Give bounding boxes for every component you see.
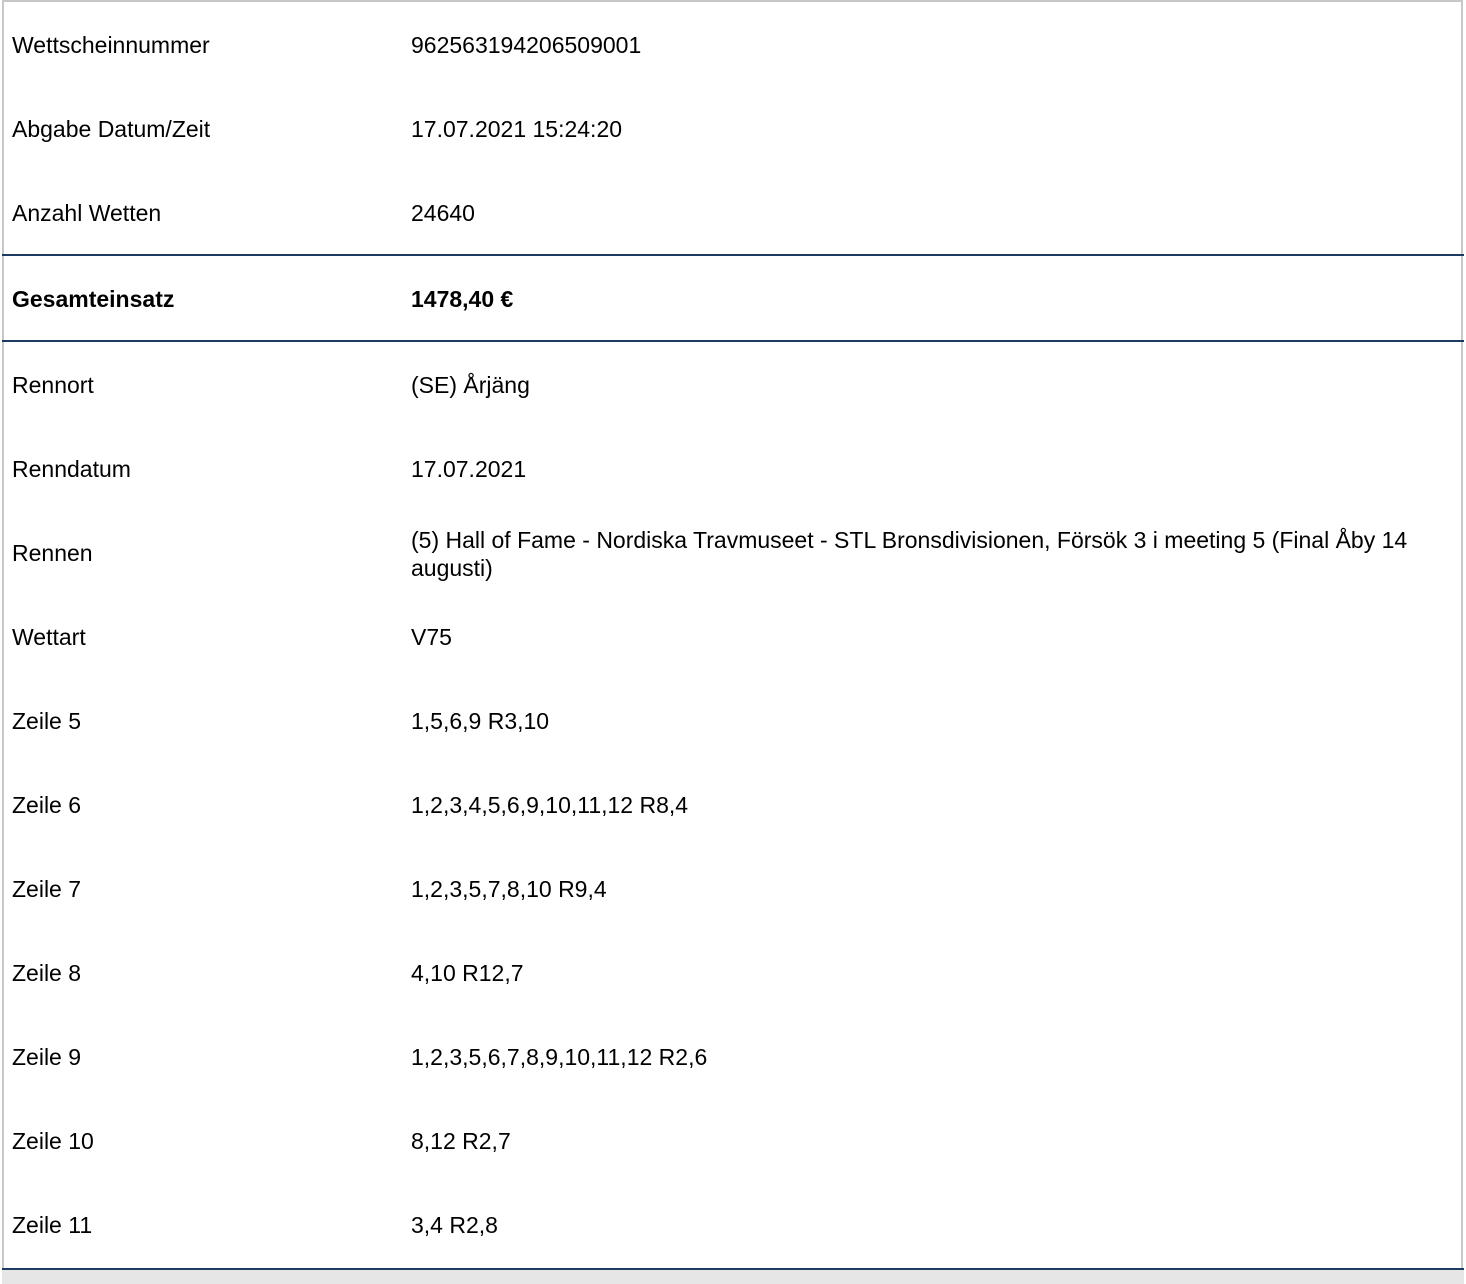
- race-label: Rennen: [12, 540, 93, 566]
- bet-type-label: Wettart: [12, 624, 86, 650]
- line-7-label: Zeile 7: [12, 876, 82, 902]
- row-total-stake: Gesamteinsatz 1478,40 €: [4, 256, 1461, 340]
- submission-datetime-value: 17.07.2021 15:24:20: [411, 116, 623, 142]
- row-bet-count: Anzahl Wetten 24640: [4, 170, 1461, 254]
- row-race-venue: Rennort (SE) Årjäng: [4, 342, 1461, 426]
- footer-bar: [2, 1268, 1464, 1284]
- line-8-value: 4,10 R12,7: [411, 960, 524, 986]
- line-9-value: 1,2,3,5,6,7,8,9,10,11,12 R2,6: [411, 1044, 708, 1070]
- race-value: (5) Hall of Fame - Nordiska Travmuseet -…: [411, 527, 1408, 581]
- row-ticket-number: Wettscheinnummer 962563194206509001: [4, 2, 1461, 86]
- row-line-8: Zeile 8 4,10 R12,7: [4, 930, 1461, 1014]
- race-venue-value: (SE) Årjäng: [411, 372, 530, 398]
- race-venue-label: Rennort: [12, 372, 94, 398]
- line-5-label: Zeile 5: [12, 708, 82, 734]
- line-11-value: 3,4 R2,8: [411, 1212, 498, 1238]
- row-race-date: Renndatum 17.07.2021: [4, 426, 1461, 510]
- submission-datetime-label: Abgabe Datum/Zeit: [12, 116, 211, 142]
- row-line-5: Zeile 5 1,5,6,9 R3,10: [4, 678, 1461, 762]
- row-line-6: Zeile 6 1,2,3,4,5,6,9,10,11,12 R8,4: [4, 762, 1461, 846]
- race-date-label: Renndatum: [12, 456, 131, 482]
- total-stake-label: Gesamteinsatz: [12, 286, 175, 312]
- line-6-label: Zeile 6: [12, 792, 82, 818]
- bet-count-value: 24640: [411, 200, 475, 226]
- race-date-value: 17.07.2021: [411, 456, 527, 482]
- line-8-label: Zeile 8: [12, 960, 82, 986]
- total-stake-value: 1478,40 €: [411, 286, 514, 312]
- row-submission-datetime: Abgabe Datum/Zeit 17.07.2021 15:24:20: [4, 86, 1461, 170]
- row-line-7: Zeile 7 1,2,3,5,7,8,10 R9,4: [4, 846, 1461, 930]
- line-10-value: 8,12 R2,7: [411, 1128, 511, 1154]
- bet-count-label: Anzahl Wetten: [12, 200, 162, 226]
- bet-type-value: V75: [411, 624, 452, 650]
- row-line-9: Zeile 9 1,2,3,5,6,7,8,9,10,11,12 R2,6: [4, 1014, 1461, 1098]
- row-bet-type: Wettart V75: [4, 594, 1461, 678]
- line-11-label: Zeile 11: [12, 1212, 93, 1238]
- row-race: Rennen (5) Hall of Fame - Nordiska Travm…: [4, 510, 1461, 594]
- line-10-label: Zeile 10: [12, 1128, 94, 1154]
- line-5-value: 1,5,6,9 R3,10: [411, 708, 550, 734]
- ticket-number-value: 962563194206509001: [411, 32, 642, 58]
- row-line-10: Zeile 10 8,12 R2,7: [4, 1098, 1461, 1182]
- line-7-value: 1,2,3,5,7,8,10 R9,4: [411, 876, 607, 902]
- line-9-label: Zeile 9: [12, 1044, 82, 1070]
- ticket-number-label: Wettscheinnummer: [12, 32, 210, 58]
- row-line-11: Zeile 11 3,4 R2,8: [4, 1182, 1461, 1266]
- line-6-value: 1,2,3,4,5,6,9,10,11,12 R8,4: [411, 792, 689, 818]
